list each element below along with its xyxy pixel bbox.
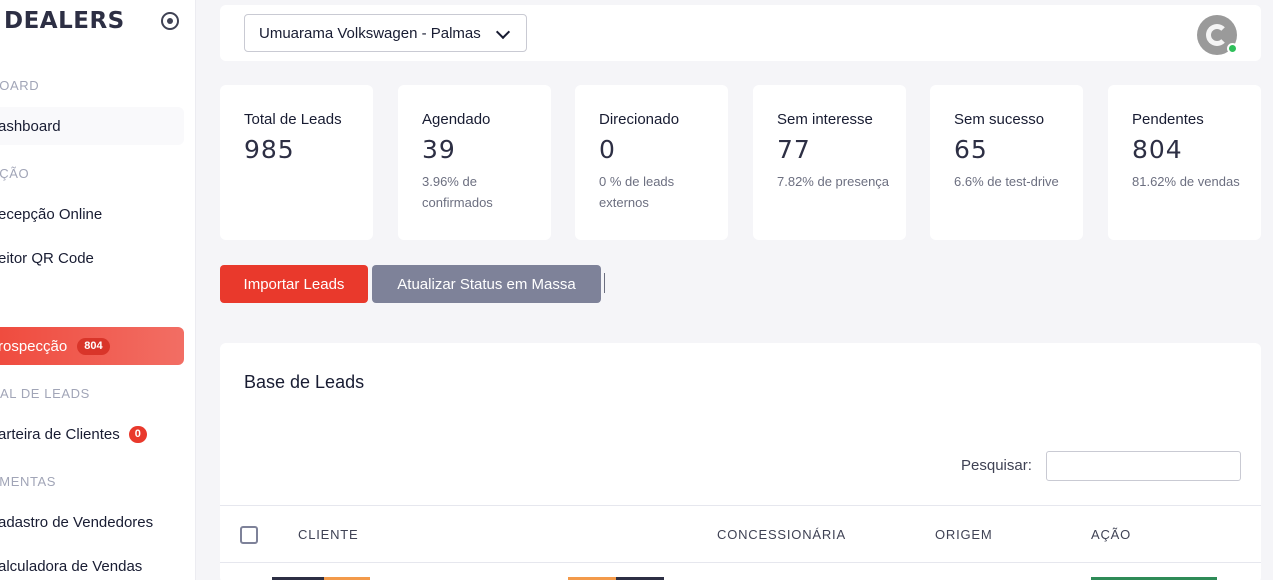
top-header: Umuarama Volkswagen - Palmas (220, 5, 1261, 61)
sidebar-item-sales-calculator[interactable]: alculadora de Vendas (0, 547, 184, 580)
stat-card-no-success: Sem sucesso 65 6.6% de test-drive (930, 85, 1083, 240)
stat-card-scheduled: Agendado 39 3.96% de confirmados (398, 85, 551, 240)
sidebar-item-label: eitor QR Code (0, 249, 94, 267)
column-header-client[interactable]: CLIENTE (298, 527, 359, 542)
portfolio-count-badge: 0 (128, 425, 147, 443)
select-all-checkbox[interactable] (240, 526, 258, 544)
sidebar-item-label: adastro de Vendedores (0, 513, 154, 531)
sidebar-item-client-portfolio[interactable]: arteira de Clientes 0 (0, 415, 184, 453)
brand-logo[interactable]: DEALERS (4, 8, 125, 34)
online-status-dot (1227, 43, 1238, 54)
avatar-glyph-icon (1206, 24, 1228, 46)
sidebar-item-label: arteira de Clientes (0, 425, 120, 443)
sidebar: DEALERS BOARD ashboard PÇÃO ecepção Onli… (0, 0, 196, 580)
dealer-select[interactable]: Umuarama Volkswagen - Palmas (244, 14, 527, 52)
sidebar-item-online-reception[interactable]: ecepção Online (0, 195, 184, 233)
chevron-down-icon (495, 24, 511, 40)
stat-card-directed: Direcionado 0 0 % de leads externos (575, 85, 728, 240)
search-input[interactable] (1046, 451, 1241, 481)
dealer-select-value: Umuarama Volkswagen - Palmas (259, 24, 481, 42)
stat-value: 804 (1132, 135, 1183, 164)
sidebar-item-label: alculadora de Vendas (0, 557, 143, 575)
sidebar-item-qr-reader[interactable]: eitor QR Code (0, 239, 184, 277)
text-cursor (604, 273, 605, 293)
section-tools: AMENTAS (0, 474, 57, 489)
search-label: Pesquisar: (961, 457, 1032, 474)
stat-description: 81.62% de vendas (1132, 174, 1240, 189)
column-header-dealership[interactable]: CONCESSIONÁRIA (717, 527, 846, 542)
stat-title: Pendentes (1132, 111, 1204, 128)
mass-update-status-button[interactable]: Atualizar Status em Massa (372, 265, 601, 303)
stat-card-pending: Pendentes 804 81.62% de vendas (1108, 85, 1261, 240)
prospecting-count-badge: 804 (77, 337, 110, 355)
stat-description: 3.96% de confirmados (422, 174, 493, 210)
stat-value: 77 (777, 135, 811, 164)
import-leads-button[interactable]: Importar Leads (220, 265, 368, 303)
stat-value: 65 (954, 135, 988, 164)
stat-card-total-leads: Total de Leads 985 (220, 85, 373, 240)
sidebar-item-label: ashboard (0, 117, 61, 135)
stat-title: Direcionado (599, 111, 680, 128)
section-reception: PÇÃO (0, 166, 30, 181)
sidebar-item-prospecting[interactable]: rospecção 804 (0, 327, 184, 365)
stat-description: 7.82% de presença (777, 174, 890, 189)
sidebar-toggle-icon[interactable] (161, 12, 179, 30)
section-dashboard: BOARD (0, 78, 40, 93)
stat-card-no-interest: Sem interesse 77 7.82% de presença (753, 85, 906, 240)
leads-table-panel: Base de Leads Pesquisar: CLIENTE CONCESS… (220, 343, 1261, 580)
section-leads-central: RAL DE LEADS (0, 386, 90, 401)
panel-title: Base de Leads (244, 372, 365, 392)
column-header-action[interactable]: AÇÃO (1091, 527, 1131, 542)
sidebar-item-dashboard[interactable]: ashboard (0, 107, 184, 145)
sidebar-item-sellers-registry[interactable]: adastro de Vendedores (0, 503, 184, 541)
stat-value: 985 (244, 135, 295, 164)
stat-title: Sem sucesso (954, 111, 1045, 128)
table-header: CLIENTE CONCESSIONÁRIA ORIGEM AÇÃO (220, 505, 1261, 563)
stat-description: 6.6% de test-drive (954, 174, 1059, 189)
sidebar-item-label: rospecção (0, 337, 68, 355)
stat-title: Total de Leads (244, 111, 342, 128)
stat-title: Sem interesse (777, 111, 873, 128)
sidebar-item-label: ecepção Online (0, 205, 103, 223)
column-header-origin[interactable]: ORIGEM (935, 527, 993, 542)
stat-value: 0 (599, 135, 616, 164)
stat-value: 39 (422, 135, 456, 164)
stat-title: Agendado (422, 111, 491, 128)
stat-description: 0 % de leads externos (599, 174, 675, 210)
